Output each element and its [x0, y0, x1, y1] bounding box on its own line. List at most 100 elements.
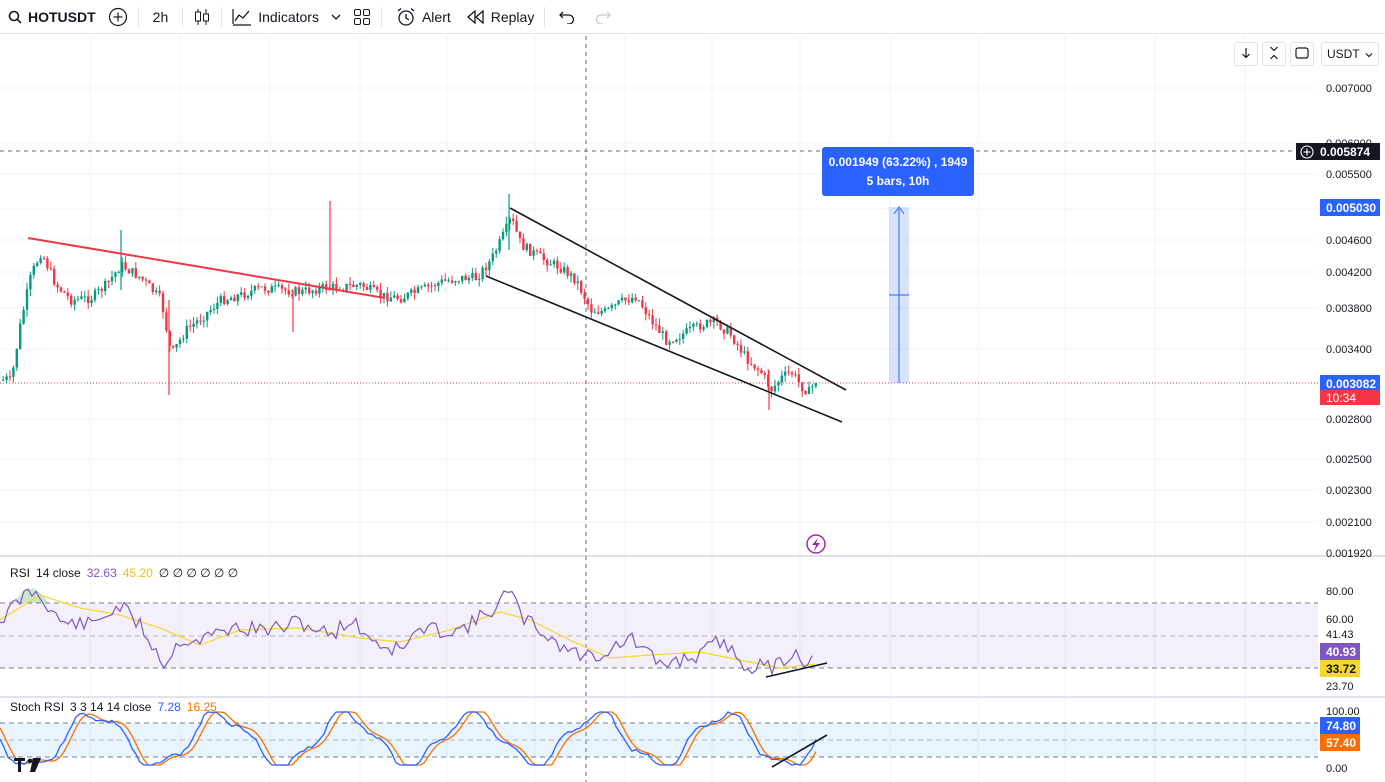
symbol-name: HOTUSDT [28, 8, 96, 25]
candle-body [80, 296, 83, 299]
candle-body [447, 280, 450, 282]
candle-body [607, 307, 610, 309]
candle-body [134, 268, 137, 278]
candle-body [450, 280, 454, 283]
compare-button[interactable] [102, 0, 134, 34]
candle-body [182, 338, 185, 340]
candle-body [192, 323, 195, 327]
replay-button[interactable]: Replay [457, 0, 541, 34]
candle-body [144, 279, 148, 281]
candle-body [532, 250, 535, 256]
candle-body [780, 375, 783, 383]
collapse-button[interactable] [1262, 42, 1286, 66]
candle-body [49, 268, 52, 270]
indicators-button[interactable]: Indicators [226, 0, 325, 34]
candle-body [569, 273, 573, 277]
tradingview-logo [14, 758, 41, 772]
symbol-search[interactable]: HOTUSDT [0, 0, 102, 34]
candle-body [559, 268, 562, 273]
flash-icon[interactable] [806, 534, 826, 554]
indicators-dropdown[interactable] [325, 0, 347, 34]
candle-body [661, 331, 664, 333]
candle-body [556, 260, 559, 269]
chart-grid [0, 36, 1318, 782]
candle-body [512, 218, 515, 221]
candle-body [794, 374, 797, 376]
scroll-down-button[interactable] [1234, 42, 1258, 66]
plus-circle-icon[interactable] [1300, 144, 1314, 159]
stoch-axis-label: 0.00 [1326, 763, 1347, 775]
stoch-d-value: 16.25 [186, 700, 217, 714]
candle-body [2, 379, 5, 381]
candle-body [542, 253, 545, 260]
crosshair-price-tag: 0.005874 [1296, 143, 1380, 160]
interval-button[interactable]: 2h [143, 0, 179, 34]
candle-body [63, 291, 66, 293]
candle-body [263, 286, 267, 291]
candle-body [722, 329, 726, 334]
candle-body [53, 268, 56, 285]
candle-body [699, 323, 702, 330]
last-price-value: 0.003082 [1326, 376, 1377, 391]
candle-body [314, 290, 318, 294]
candle-body [110, 276, 114, 282]
candle-body [454, 281, 457, 283]
wedge-upper-line[interactable] [509, 207, 847, 391]
target-price-value: 0.005030 [1326, 200, 1377, 215]
candle-body [406, 292, 409, 299]
candle-body [416, 287, 420, 293]
candle-body [461, 275, 464, 282]
rsi-value-tag: 40.93 [1320, 643, 1360, 660]
price-axis-label: 0.003800 [1326, 303, 1372, 315]
candle-body [739, 344, 743, 353]
price-chart[interactable]: 0.0070000.0060000.0055000.0046000.004200… [0, 36, 1385, 782]
stoch-d-tag: 57.40 [1320, 734, 1360, 751]
candle-body [433, 285, 437, 287]
redo-button[interactable] [585, 0, 621, 34]
candle-body [617, 300, 620, 305]
layouts-button[interactable] [347, 0, 377, 34]
currency-select[interactable]: USDT [1321, 42, 1379, 66]
stoch-k-tag-value: 74.80 [1326, 718, 1357, 733]
rewind-icon [466, 9, 485, 24]
candle-body [481, 267, 484, 280]
undo-button[interactable] [549, 0, 585, 34]
candle-body [165, 312, 168, 331]
candle-body [467, 277, 471, 281]
candle-body [46, 258, 49, 269]
candle-body [634, 297, 637, 301]
trendline-red[interactable] [27, 237, 386, 299]
candle-body [437, 282, 440, 287]
indicators-icon [232, 8, 252, 26]
candle-body [355, 285, 358, 287]
candle-body [563, 267, 566, 273]
candle-body [206, 312, 209, 321]
candle-body [56, 284, 59, 288]
rsi-legend[interactable]: RSI 14 close 32.63 45.20 ∅ ∅ ∅ ∅ ∅ ∅ [10, 566, 238, 580]
candle-body [654, 324, 658, 326]
candle-body [491, 253, 494, 262]
stoch-legend[interactable]: Stoch RSI 3 3 14 14 close 7.28 16.25 [10, 700, 217, 714]
rsi-ma-tag: 33.72 [1320, 660, 1360, 677]
candle-body [770, 386, 773, 392]
chart-type-button[interactable] [187, 0, 217, 34]
candle-body [22, 309, 25, 324]
currency-label: USDT [1327, 47, 1360, 61]
candle-body [226, 300, 229, 305]
candle-body [178, 339, 182, 345]
axis-controls [1234, 42, 1314, 66]
rsi-ma-tag-value: 33.72 [1326, 661, 1357, 676]
candle-body [90, 300, 93, 303]
rsi-params: 14 close [36, 566, 81, 580]
candle-body [73, 299, 76, 305]
rsi-extra-values: ∅ ∅ ∅ ∅ ∅ ∅ [158, 566, 239, 580]
candle-body [552, 260, 556, 265]
price-axis-label: 0.004200 [1326, 267, 1372, 279]
candle-body [695, 323, 698, 325]
candle-body [546, 259, 549, 266]
alert-button[interactable]: Alert [386, 0, 457, 34]
maximize-button[interactable] [1290, 42, 1314, 66]
candle-body [308, 287, 311, 294]
candle-body [107, 280, 110, 282]
candle-body [457, 281, 460, 283]
